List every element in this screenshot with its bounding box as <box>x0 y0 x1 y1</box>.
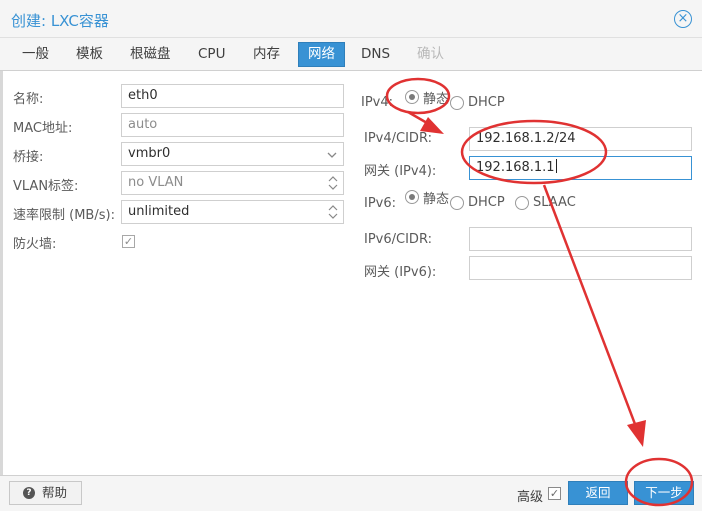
help-button[interactable]: ? 帮助 <box>9 481 82 505</box>
tab-confirm: 确认 <box>417 46 444 62</box>
ipv6-slaac-label: SLAAC <box>533 195 576 210</box>
name-input[interactable]: eth0 <box>121 84 344 108</box>
ipv6-gateway-input[interactable] <box>469 256 692 280</box>
next-button[interactable]: 下一步 <box>634 481 694 505</box>
ipv4-label: IPv4: <box>361 95 394 110</box>
tab-cpu[interactable]: CPU <box>189 42 234 67</box>
ipv6-cidr-input[interactable] <box>469 227 692 251</box>
tab-template[interactable]: 模板 <box>67 42 112 67</box>
ipv6-slaac-radio[interactable] <box>515 196 529 210</box>
ipv4-cidr-input[interactable]: 192.168.1.2/24 <box>469 127 692 151</box>
back-button[interactable]: 返回 <box>568 481 628 505</box>
ipv6-static-label: 静态 <box>423 192 450 207</box>
ipv4-gateway-input[interactable]: 192.168.1.1 <box>469 156 692 180</box>
ipv4-dhcp-label: DHCP <box>468 95 505 110</box>
bridge-value: vmbr0 <box>128 146 171 161</box>
ipv4-cidr-label: IPv4/CIDR: <box>364 131 432 146</box>
rate-limit-value: unlimited <box>128 204 190 219</box>
ipv6-label: IPv6: <box>364 196 397 211</box>
advanced-label: 高级 <box>517 490 544 505</box>
tab-memory[interactable]: 内存 <box>244 42 289 67</box>
help-button-label: 帮助 <box>42 485 68 500</box>
tab-network[interactable]: 网络 <box>298 42 345 67</box>
ipv4-static-label: 静态 <box>423 92 450 107</box>
ipv6-cidr-label: IPv6/CIDR: <box>364 232 432 247</box>
ipv4-dhcp-radio[interactable] <box>450 96 464 110</box>
tab-root-disk[interactable]: 根磁盘 <box>121 42 180 67</box>
tab-dns[interactable]: DNS <box>352 42 399 67</box>
bridge-label: 桥接: <box>13 150 44 165</box>
rate-limit-label: 速率限制 (MB/s): <box>13 208 115 223</box>
bridge-select[interactable]: vmbr0 <box>121 142 344 166</box>
network-panel: 名称: eth0 MAC地址: auto 桥接: vmbr0 VLAN标签: n… <box>0 71 702 475</box>
advanced-checkbox[interactable]: ✓ <box>548 487 561 500</box>
mac-label: MAC地址: <box>13 121 73 136</box>
tab-general[interactable]: 一般 <box>13 42 58 67</box>
spinner-updown-icon[interactable] <box>328 175 338 191</box>
firewall-label: 防火墙: <box>13 237 57 252</box>
name-label: 名称: <box>13 92 44 107</box>
ipv4-gateway-value: 192.168.1.1 <box>476 160 555 175</box>
vlan-input[interactable]: no VLAN <box>121 171 344 195</box>
rate-limit-input[interactable]: unlimited <box>121 200 344 224</box>
ipv4-gateway-label: 网关 (IPv4): <box>364 164 437 179</box>
ipv4-static-radio[interactable] <box>405 90 419 104</box>
firewall-checkbox[interactable]: ✓ <box>122 235 135 248</box>
help-icon: ? <box>23 487 35 499</box>
ipv6-dhcp-radio[interactable] <box>450 196 464 210</box>
vlan-value: no VLAN <box>128 175 184 190</box>
dialog-title: 创建: LXC容器 <box>11 12 109 30</box>
dialog-footer: ? 帮助 高级 ✓ 返回 下一步 <box>0 475 702 511</box>
dialog-titlebar: 创建: LXC容器 × <box>0 0 702 38</box>
ipv6-dhcp-label: DHCP <box>468 195 505 210</box>
vlan-label: VLAN标签: <box>13 179 79 194</box>
mac-input[interactable]: auto <box>121 113 344 137</box>
ipv6-gateway-label: 网关 (IPv6): <box>364 265 437 280</box>
close-icon[interactable]: × <box>674 10 692 28</box>
text-cursor <box>555 159 557 173</box>
spinner-updown-icon[interactable] <box>328 204 338 220</box>
ipv6-static-radio[interactable] <box>405 190 419 204</box>
tab-bar: 一般 模板 根磁盘 CPU 内存 网络 DNS 确认 <box>0 38 702 71</box>
chevron-down-icon[interactable] <box>324 143 340 165</box>
